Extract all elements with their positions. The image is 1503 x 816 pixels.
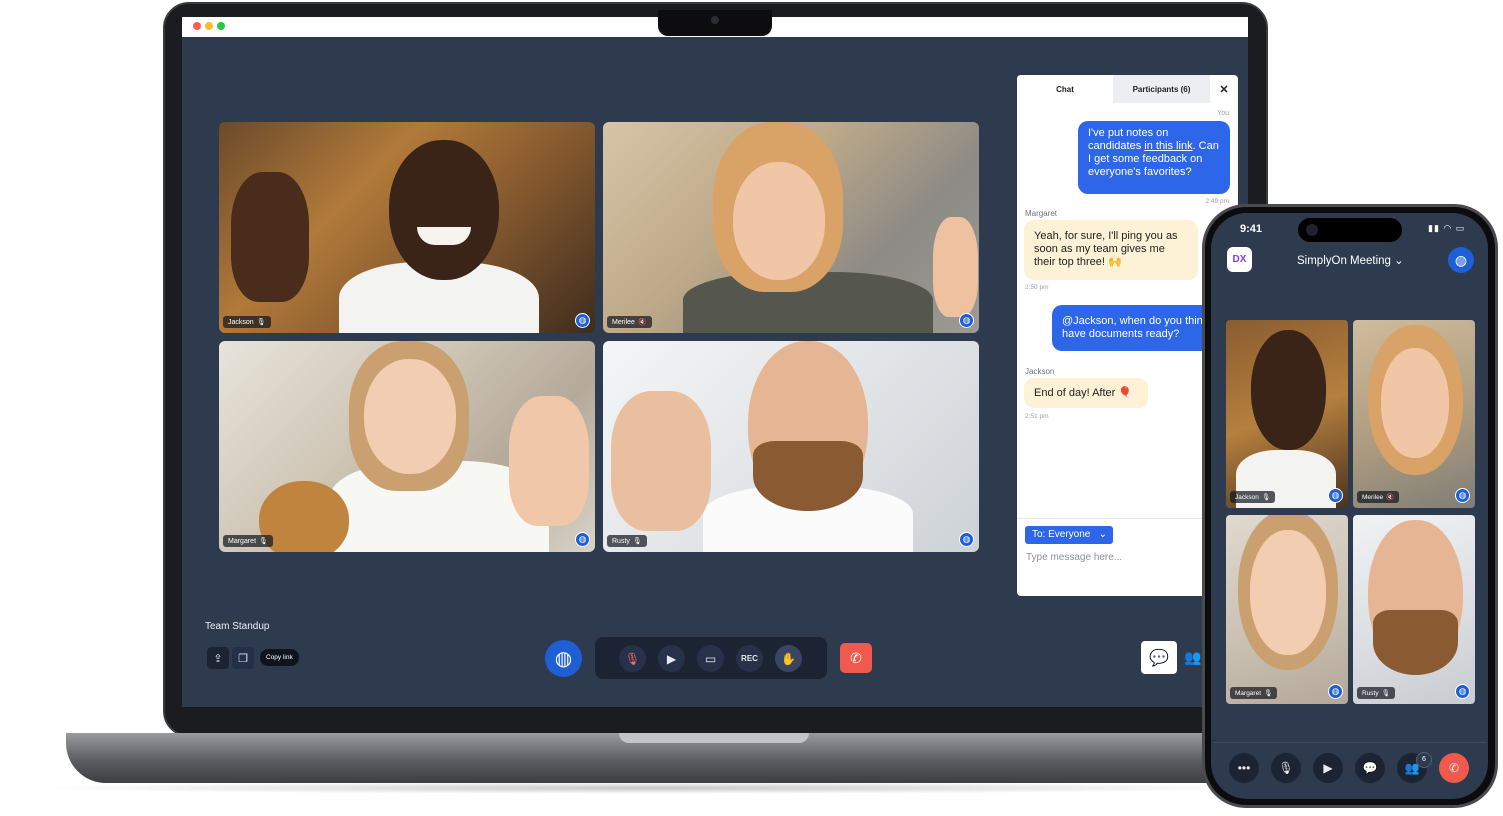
participant-name-badge: Rusty 🎙 [607, 535, 647, 547]
status-time: 9:41 [1240, 223, 1263, 235]
chat-tabs: Chat Participants (6) ✕ [1017, 75, 1238, 103]
video-tile-rusty[interactable]: Rusty 🎙 ◍ [603, 341, 979, 552]
window-maximize-dot[interactable] [217, 22, 225, 30]
laptop-shadow [30, 782, 1270, 794]
end-call-icon[interactable]: ✆ [1439, 753, 1469, 783]
laptop-base [66, 733, 1246, 783]
globe-icon[interactable]: ◍ [1448, 247, 1474, 273]
participant-name-badge: Rusty 🎙 [1357, 687, 1395, 699]
phone-tile-margaret[interactable]: Margaret 🎙 ◍ [1226, 515, 1348, 704]
video-icon[interactable]: ▶ [1313, 753, 1343, 783]
phone-tile-jackson[interactable]: Jackson 🎙 ◍ [1226, 320, 1348, 508]
mic-off-icon[interactable]: 🎙 [619, 645, 646, 672]
mic-icon[interactable]: 🎙 [1271, 753, 1301, 783]
app-logo: DX [1227, 247, 1252, 272]
copy-icon[interactable]: ❐ [232, 647, 254, 669]
message-time: 2:49 pm [1205, 198, 1230, 205]
you-label: You [1217, 110, 1229, 117]
globe-icon[interactable]: ◍ [1455, 488, 1470, 503]
window-close-dot[interactable] [193, 22, 201, 30]
meeting-name[interactable]: SimplyOn Meeting ⌄ [1297, 253, 1404, 267]
end-call-icon[interactable]: ✆ [840, 643, 872, 673]
participant-name-badge: Merilee 🔇 [1357, 491, 1400, 503]
participant-name-badge: Jackson 🎙 [1230, 491, 1276, 503]
mic-off-icon: 🔇 [637, 319, 647, 326]
message-input[interactable]: Type message here... [1026, 552, 1122, 563]
chat-icon[interactable]: 💬 [1355, 753, 1385, 783]
video-icon[interactable]: ▶ [658, 645, 685, 672]
participant-name-badge: Margaret 🎙 [223, 535, 273, 547]
chat-icon[interactable]: 💬 [1141, 641, 1177, 674]
globe-icon[interactable]: ◍ [575, 532, 590, 547]
mic-icon: 🎙 [256, 319, 266, 326]
globe-icon[interactable]: ◍ [1455, 684, 1470, 699]
globe-icon[interactable]: ◍ [575, 313, 590, 328]
globe-icon[interactable]: ◍ [1328, 684, 1343, 699]
tab-participants[interactable]: Participants (6) [1113, 75, 1210, 103]
tab-chat[interactable]: Chat [1017, 75, 1113, 103]
message-time: 2:51 pm [1025, 413, 1049, 420]
phone-tile-merilee[interactable]: Merilee 🔇 ◍ [1353, 320, 1475, 508]
chat-link[interactable]: in this link [1144, 140, 1192, 152]
close-icon[interactable]: ✕ [1210, 75, 1238, 103]
participant-name-badge: Jackson 🎙 [223, 316, 271, 328]
status-icons: ▮▮ ◠ ▭ [1428, 223, 1466, 233]
participants-count-badge: 6 [1416, 752, 1432, 768]
mic-icon: 🎙 [1381, 690, 1390, 697]
message-time: 2:50 pm [1025, 284, 1049, 291]
window-minimize-dot[interactable] [205, 22, 213, 30]
more-icon[interactable]: ••• [1229, 753, 1259, 783]
call-controls: 🎙 ▶ ▭ REC ✋ [595, 637, 827, 679]
chat-message-margaret: Yeah, for sure, I'll ping you as soon as… [1024, 220, 1198, 280]
raise-hand-icon[interactable]: ✋ [775, 645, 802, 672]
mic-icon: 🎙 [1261, 494, 1271, 501]
chevron-down-icon: ⌄ [1394, 255, 1404, 267]
video-tile-merilee[interactable]: Merilee 🔇 ◍ [603, 122, 979, 333]
phone-tile-rusty[interactable]: Rusty 🎙 ◍ [1353, 515, 1475, 704]
mic-icon: 🎙 [632, 538, 642, 545]
participant-name-badge: Margaret 🎙 [1230, 687, 1278, 699]
recipient-select[interactable]: To: Everyone ⌄ [1025, 526, 1113, 544]
meeting-title: Team Standup [205, 621, 270, 632]
video-tile-margaret[interactable]: Margaret 🎙 ◍ [219, 341, 595, 552]
mic-icon: 🎙 [1264, 690, 1273, 697]
globe-icon[interactable]: ◍ [545, 640, 582, 677]
globe-icon[interactable]: ◍ [959, 313, 974, 328]
laptop-notch [658, 10, 772, 36]
video-tile-jackson[interactable]: Jackson 🎙 ◍ [219, 122, 595, 333]
divider [1213, 742, 1486, 743]
screen-share-icon[interactable]: ▭ [697, 645, 724, 672]
mic-icon: 🎙 [259, 538, 268, 545]
participant-name-badge: Merilee 🔇 [607, 316, 652, 328]
dynamic-island [1298, 218, 1402, 242]
globe-icon[interactable]: ◍ [1328, 488, 1343, 503]
chevron-down-icon: ⌄ [1098, 529, 1107, 540]
share-icon[interactable]: ⇪ [207, 647, 229, 669]
copy-link-tooltip: Copy link [260, 649, 299, 666]
record-button[interactable]: REC [736, 645, 763, 672]
mic-off-icon: 🔇 [1386, 494, 1395, 501]
message-sender: Jackson [1025, 367, 1055, 376]
chat-message-own: I've put notes on candidates in this lin… [1078, 121, 1230, 194]
camera-icon [711, 16, 719, 24]
chat-message-jackson: End of day! After 🎈 [1024, 378, 1148, 408]
message-sender: Margaret [1025, 209, 1058, 218]
globe-icon[interactable]: ◍ [959, 532, 974, 547]
